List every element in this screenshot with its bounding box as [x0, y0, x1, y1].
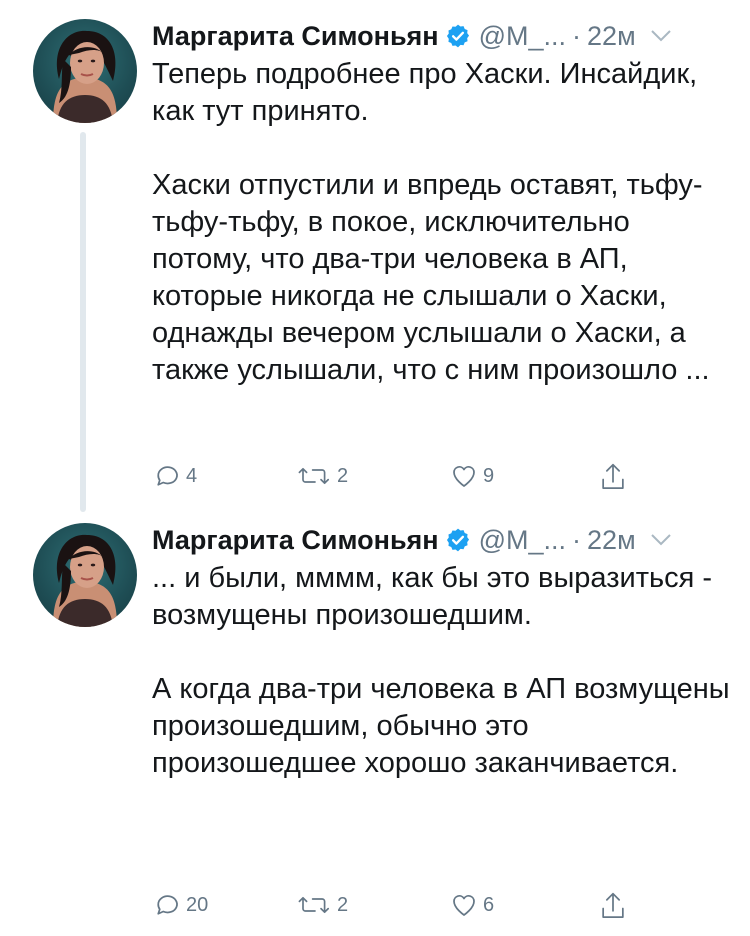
- reply-count: 4: [186, 464, 198, 487]
- separator-dot: ·: [572, 20, 582, 51]
- reply-button[interactable]: 4: [152, 461, 197, 491]
- author-handle[interactable]: @M_...: [479, 21, 566, 52]
- share-button[interactable]: [598, 890, 628, 922]
- heart-icon: [449, 890, 479, 920]
- like-button[interactable]: 6: [449, 890, 494, 920]
- heart-icon: [449, 461, 479, 491]
- retweet-icon: [297, 461, 333, 491]
- timestamp[interactable]: 22м: [587, 525, 636, 556]
- retweet-count: 2: [337, 464, 349, 487]
- tweet[interactable]: Маргарита Симоньян @M_... · 22м ... и бы…: [0, 520, 750, 936]
- like-count: 6: [483, 893, 495, 916]
- share-button[interactable]: [598, 461, 628, 493]
- timestamp[interactable]: 22м: [587, 21, 636, 52]
- tweet-paragraph: Хаски отпустили и впредь оставят, тьфу-т…: [152, 169, 710, 386]
- like-button[interactable]: 9: [449, 461, 494, 491]
- separator-dot: ·: [572, 524, 582, 555]
- reply-icon: [152, 890, 182, 920]
- retweet-count: 2: [337, 893, 349, 916]
- chevron-down-icon[interactable]: [650, 29, 672, 43]
- tweet-paragraph: А когда два-три человека в АП возмущены …: [152, 673, 730, 779]
- chevron-down-icon[interactable]: [650, 533, 672, 547]
- reply-count: 20: [186, 893, 209, 916]
- author-handle[interactable]: @M_...: [479, 525, 566, 556]
- author-name[interactable]: Маргарита Симоньян: [152, 525, 439, 556]
- tweet-actions: 20 2 6: [152, 890, 642, 930]
- tweet-header: Маргарита Симоньян @M_... · 22м: [152, 16, 730, 56]
- reply-icon: [152, 461, 182, 491]
- tweet-paragraph: ... и были, мммм, как бы это выразиться …: [152, 562, 713, 631]
- avatar[interactable]: [33, 19, 137, 123]
- share-icon: [598, 890, 628, 922]
- share-icon: [598, 461, 628, 493]
- verified-badge-icon: [445, 23, 471, 49]
- tweet-text: ... и были, мммм, как бы это выразиться …: [152, 560, 730, 782]
- retweet-button[interactable]: 2: [297, 461, 348, 491]
- tweet-header: Маргарита Симоньян @M_... · 22м: [152, 520, 730, 560]
- tweet-actions: 4 2 9: [152, 461, 642, 501]
- thread-line: [80, 132, 86, 512]
- tweet-paragraph: Теперь подробнее про Хаски. Инсайдик, ка…: [152, 58, 698, 127]
- avatar[interactable]: [33, 523, 137, 627]
- reply-button[interactable]: 20: [152, 890, 208, 920]
- tweet-content: Маргарита Симоньян @M_... · 22м ... и бы…: [152, 520, 730, 782]
- verified-badge-icon: [445, 527, 471, 553]
- author-name[interactable]: Маргарита Симоньян: [152, 21, 439, 52]
- retweet-icon: [297, 890, 333, 920]
- retweet-button[interactable]: 2: [297, 890, 348, 920]
- tweet-content: Маргарита Симоньян @M_... · 22м Теперь п…: [152, 16, 730, 389]
- tweet-text: Теперь подробнее про Хаски. Инсайдик, ка…: [152, 56, 730, 389]
- like-count: 9: [483, 464, 495, 487]
- tweet[interactable]: Маргарита Симоньян @M_... · 22м Теперь п…: [0, 0, 750, 520]
